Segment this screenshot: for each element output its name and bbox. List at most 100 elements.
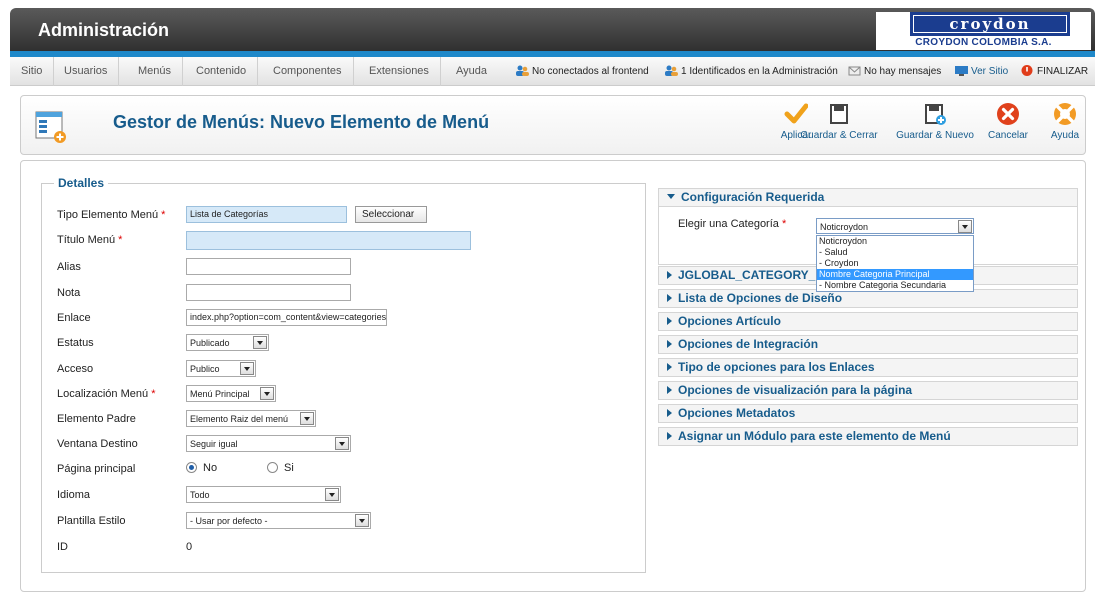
page-title: Gestor de Menús: Nuevo Elemento de Menú: [113, 112, 490, 132]
cancel-icon: [996, 102, 1020, 126]
logout-link[interactable]: FINALIZAR: [1021, 57, 1088, 86]
template-select[interactable]: - Usar por defecto -: [186, 512, 371, 529]
chevron-down-icon: [958, 220, 972, 233]
template-label: Plantilla Estilo: [57, 515, 126, 527]
chevron-down-icon: [355, 514, 369, 527]
menu-contenido[interactable]: Contenido: [185, 57, 259, 86]
admin-status: 1 Identificados en la Administración: [665, 57, 838, 86]
dropdown-option[interactable]: - Nombre Categoria Secundaria: [817, 280, 973, 291]
parent-row: Elemento Padre Elemento Raiz del menú: [57, 410, 637, 430]
alias-input[interactable]: [186, 258, 351, 275]
view-site-link[interactable]: Ver Sitio: [955, 57, 1008, 86]
location-select[interactable]: Menú Principal: [186, 385, 276, 402]
admin-header: Administración croydon CROYDON COLOMBIA …: [10, 8, 1095, 55]
header-title: Administración: [38, 20, 170, 40]
panel-page-display[interactable]: Opciones de visualización para la página: [658, 381, 1078, 400]
menu-usuarios[interactable]: Usuarios: [53, 57, 120, 86]
category-label: Elegir una Categoría *: [678, 218, 787, 230]
power-icon: [1021, 59, 1034, 76]
link-input[interactable]: index.php?option=com_content&view=catego…: [186, 309, 387, 326]
access-label: Acceso: [57, 363, 94, 375]
select-type-button[interactable]: Seleccionar: [355, 206, 427, 223]
chevron-down-icon: [325, 488, 339, 501]
menu-menus[interactable]: Menús: [127, 57, 184, 86]
status-row: Estatus Publicado: [57, 334, 637, 354]
chevron-down-icon: [335, 437, 349, 450]
link-row: Enlace index.php?option=com_content&view…: [57, 309, 637, 329]
save-icon: [827, 102, 851, 126]
messages-text: No hay mensajes: [864, 66, 942, 77]
target-row: Ventana Destino Seguir igual: [57, 435, 637, 455]
parent-select[interactable]: Elemento Raiz del menú: [186, 410, 316, 427]
type-row: Tipo Elemento Menú * Lista de Categorías…: [57, 206, 637, 226]
target-label: Ventana Destino: [57, 438, 138, 450]
menu-extensiones[interactable]: Extensiones: [358, 57, 441, 86]
home-no-radio[interactable]: [186, 462, 197, 473]
help-label: Ayuda: [1050, 130, 1080, 141]
details-fieldset: Detalles Tipo Elemento Menú * Lista de C…: [41, 176, 646, 573]
menu-componentes[interactable]: Componentes: [262, 57, 354, 86]
language-row: Idioma Todo: [57, 486, 637, 506]
alias-row: Alias: [57, 258, 637, 278]
location-row: Localización Menú * Menú Principal: [57, 385, 637, 405]
chevron-right-icon: [667, 363, 672, 371]
dropdown-option[interactable]: - Croydon: [817, 258, 973, 269]
admin-users-icon: [665, 59, 678, 76]
panel-module-assignment[interactable]: Asignar un Módulo para este elemento de …: [658, 427, 1078, 446]
home-label: Página principal: [57, 463, 136, 475]
mail-icon: [848, 59, 861, 76]
save-close-button[interactable]: Guardar & Cerrar: [799, 102, 879, 141]
panel-metadata[interactable]: Opciones Metadatos: [658, 404, 1078, 423]
chevron-down-icon: [260, 387, 274, 400]
dropdown-option-highlighted[interactable]: Nombre Categoria Principal: [817, 269, 973, 280]
brand-sub-text: CROYDON COLOMBIA S.A.: [915, 37, 1052, 48]
cancel-label: Cancelar: [987, 130, 1029, 141]
logout-text: FINALIZAR: [1037, 66, 1089, 77]
menu-sitio[interactable]: Sitio: [10, 57, 55, 86]
access-row: Acceso Publico: [57, 360, 637, 380]
target-select[interactable]: Seguir igual: [186, 435, 351, 452]
panel-integration-options[interactable]: Opciones de Integración: [658, 335, 1078, 354]
frontend-status: No conectados al frontend: [516, 57, 649, 86]
access-select[interactable]: Publico: [186, 360, 256, 377]
messages-status[interactable]: No hay mensajes: [848, 57, 941, 86]
admin-status-text: 1 Identificados en la Administración: [681, 66, 838, 77]
type-field: Lista de Categorías: [186, 206, 347, 223]
monitor-icon: [955, 59, 968, 76]
view-site-text: Ver Sitio: [971, 66, 1009, 77]
status-select[interactable]: Publicado: [186, 334, 269, 351]
brand-logo: croydon CROYDON COLOMBIA S.A.: [876, 12, 1091, 50]
frontend-status-text: No conectados al frontend: [532, 66, 649, 77]
panel-required[interactable]: Configuración Requerida: [658, 188, 1078, 207]
home-yes-label: Si: [284, 462, 294, 474]
home-yes-radio[interactable]: [267, 462, 278, 473]
menu-ayuda[interactable]: Ayuda: [445, 57, 498, 86]
chevron-right-icon: [667, 409, 672, 417]
id-label: ID: [57, 541, 68, 553]
title-input[interactable]: [186, 231, 471, 250]
brand-main-text: croydon: [913, 15, 1067, 33]
link-label: Enlace: [57, 312, 91, 324]
note-input[interactable]: [186, 284, 351, 301]
panel-article-options[interactable]: Opciones Artículo: [658, 312, 1078, 331]
title-row: Título Menú *: [57, 231, 637, 251]
panel-link-options[interactable]: Tipo de opciones para los Enlaces: [658, 358, 1078, 377]
language-label: Idioma: [57, 489, 91, 501]
note-label: Nota: [57, 287, 81, 299]
chevron-right-icon: [667, 317, 672, 325]
dropdown-option[interactable]: - Salud: [817, 247, 973, 258]
alias-label: Alias: [57, 261, 81, 273]
category-select[interactable]: Noticroydon: [816, 218, 974, 234]
dropdown-option[interactable]: Noticroydon: [817, 236, 973, 247]
cancel-button[interactable]: Cancelar: [986, 102, 1030, 141]
save-new-button[interactable]: Guardar & Nuevo: [894, 102, 976, 141]
language-select[interactable]: Todo: [186, 486, 341, 503]
users-icon: [516, 59, 529, 76]
template-row: Plantilla Estilo - Usar por defecto -: [57, 512, 637, 532]
help-button[interactable]: Ayuda: [1048, 102, 1082, 141]
id-row: ID 0: [57, 538, 637, 558]
location-label: Localización Menú *: [57, 388, 156, 400]
chevron-down-icon: [300, 412, 314, 425]
title-label: Título Menú *: [57, 234, 123, 246]
lifebuoy-icon: [1053, 102, 1077, 126]
